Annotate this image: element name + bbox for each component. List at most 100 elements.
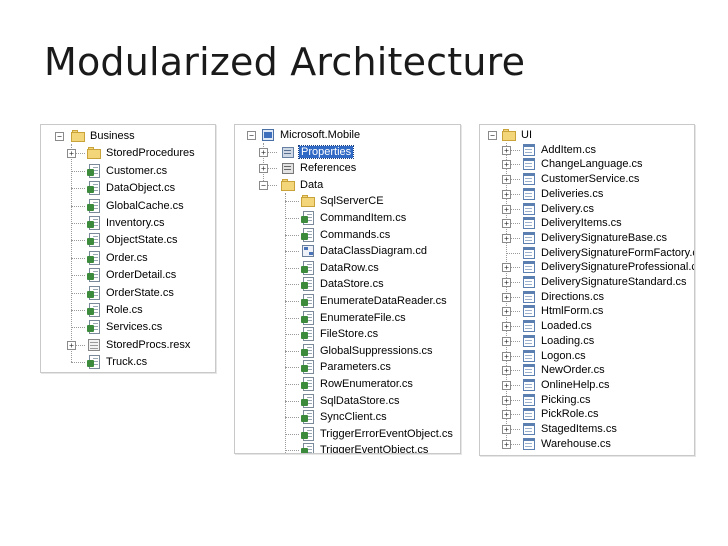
expand-icon[interactable]: + xyxy=(502,189,511,199)
tree-item-neworder-cs[interactable]: NewOrder.cs xyxy=(522,362,606,378)
expand-icon[interactable]: + xyxy=(502,366,511,376)
tree-item-sqldatastore-cs[interactable]: SqlDataStore.cs xyxy=(301,393,400,409)
tree-item-filestore-cs[interactable]: FileStore.cs xyxy=(301,326,379,342)
tree-item-deliverysignatureformfactory-cs[interactable]: DeliverySignatureFormFactory.cs xyxy=(522,245,695,261)
tree-item-globalcache-cs[interactable]: GlobalCache.cs xyxy=(87,198,185,214)
tree-item-datastore-cs[interactable]: DataStore.cs xyxy=(301,276,385,292)
tree-item-ui[interactable]: UI xyxy=(502,127,533,143)
tree-item-truck-cs[interactable]: Truck.cs xyxy=(87,354,148,370)
expand-icon[interactable]: + xyxy=(502,439,511,449)
expand-icon[interactable]: + xyxy=(502,395,511,405)
tree-item-storedprocs-resx[interactable]: StoredProcs.resx xyxy=(87,337,191,353)
tree-item-deliveryitems-cs[interactable]: DeliveryItems.cs xyxy=(522,215,623,231)
tree-item-pickrole-cs[interactable]: PickRole.cs xyxy=(522,406,599,422)
tree-item-loading-cs[interactable]: Loading.cs xyxy=(522,333,595,349)
cs-file-icon xyxy=(301,377,315,391)
tree-item-logon-cs[interactable]: Logon.cs xyxy=(522,348,587,364)
tree-item-triggereventobject-cs[interactable]: TriggerEventObject.cs xyxy=(301,442,429,453)
expand-icon[interactable]: + xyxy=(502,233,511,243)
tree-item-storedprocedures[interactable]: StoredProcedures xyxy=(87,145,196,161)
tree-item-label: DeliverySignatureStandard.cs xyxy=(541,276,687,288)
expand-icon[interactable]: + xyxy=(67,149,76,159)
tree-item-objectstate-cs[interactable]: ObjectState.cs xyxy=(87,232,179,248)
tree-item-sqlserverce[interactable]: SqlServerCE xyxy=(301,193,385,209)
expand-icon[interactable]: + xyxy=(502,351,511,361)
tree-item-label: DeliverySignatureFormFactory.cs xyxy=(541,246,695,259)
expand-icon[interactable]: + xyxy=(502,263,511,273)
expand-icon[interactable]: + xyxy=(502,425,511,434)
tree-item-properties[interactable]: Properties xyxy=(281,144,355,160)
tree-item-triggererroreventobject-cs[interactable]: TriggerErrorEventObject.cs xyxy=(301,426,454,442)
expand-icon[interactable]: + xyxy=(502,322,511,332)
tree-item-orderdetail-cs[interactable]: OrderDetail.cs xyxy=(87,267,177,283)
tree-item-delivery-cs[interactable]: Delivery.cs xyxy=(522,201,595,217)
cs-file-icon xyxy=(301,260,315,275)
tree-item-additem-cs[interactable]: AddItem.cs xyxy=(522,142,597,158)
tree-item-commanditem-cs[interactable]: CommandItem.cs xyxy=(301,210,407,226)
tree-item-dataclassdiagram-cd[interactable]: DataClassDiagram.cd xyxy=(301,243,428,259)
expand-icon[interactable]: + xyxy=(502,219,511,229)
expand-icon[interactable]: + xyxy=(67,340,76,350)
tree-item-microsoft-mobile[interactable]: Microsoft.Mobile xyxy=(261,127,361,143)
expand-icon[interactable]: + xyxy=(502,145,511,155)
tree-item-label: Loading.cs xyxy=(541,334,595,347)
tree-item-label: Services.cs xyxy=(106,321,163,334)
form-file-icon xyxy=(522,422,536,436)
tree-item-label: HtmlForm.cs xyxy=(541,305,604,318)
expand-icon[interactable]: + xyxy=(502,204,511,214)
expand-icon[interactable]: + xyxy=(259,164,268,174)
expand-icon[interactable]: + xyxy=(502,292,511,302)
tree-item-deliverysignaturestandard-cs[interactable]: DeliverySignatureStandard.cs xyxy=(522,274,688,290)
expand-icon[interactable]: + xyxy=(502,307,511,317)
collapse-icon[interactable]: − xyxy=(259,180,268,190)
tree-item-enumeratedatareader-cs[interactable]: EnumerateDataReader.cs xyxy=(301,293,448,309)
properties-icon xyxy=(281,145,295,159)
tree-connector-line xyxy=(71,275,85,277)
tree-item-deliverysignatureprofessional-cs[interactable]: DeliverySignatureProfessional.cs xyxy=(522,259,694,275)
expand-icon[interactable]: + xyxy=(502,175,511,185)
form-file-icon xyxy=(522,363,536,377)
folder-icon xyxy=(301,194,315,208)
expand-icon[interactable]: + xyxy=(502,410,511,420)
cs-file-icon xyxy=(301,294,315,308)
tree-item-dataobject-cs[interactable]: DataObject.cs xyxy=(87,180,176,196)
tree-item-onlinehelp-cs[interactable]: OnlineHelp.cs xyxy=(522,377,610,393)
tree-item-picking-cs[interactable]: Picking.cs xyxy=(522,392,592,408)
tree-item-warehouse-cs[interactable]: Warehouse.cs xyxy=(522,436,612,452)
expand-icon[interactable]: + xyxy=(502,278,511,287)
tree-item-rowenumerator-cs[interactable]: RowEnumerator.cs xyxy=(301,376,414,392)
tree-item-business[interactable]: Business xyxy=(71,128,136,144)
tree-item-customer-cs[interactable]: Customer.cs xyxy=(87,163,168,179)
tree-item-services-cs[interactable]: Services.cs xyxy=(87,319,163,335)
tree-item-directions-cs[interactable]: Directions.cs xyxy=(522,289,605,305)
tree-item-deliveries-cs[interactable]: Deliveries.cs xyxy=(522,186,604,202)
tree-item-inventory-cs[interactable]: Inventory.cs xyxy=(87,215,166,231)
tree-item-commands-cs[interactable]: Commands.cs xyxy=(301,227,391,243)
tree-item-loaded-cs[interactable]: Loaded.cs xyxy=(522,318,593,334)
tree-item-changelanguage-cs[interactable]: ChangeLanguage.cs xyxy=(522,156,644,172)
form-file-icon xyxy=(522,202,536,216)
tree-item-parameters-cs[interactable]: Parameters.cs xyxy=(301,359,392,375)
tree-item-syncclient-cs[interactable]: SyncClient.cs xyxy=(301,409,388,425)
tree-item-references[interactable]: References xyxy=(281,160,357,176)
collapse-icon[interactable]: − xyxy=(247,131,256,140)
tree-item-customerservice-cs[interactable]: CustomerService.cs xyxy=(522,171,640,187)
tree-item-stageditems-cs[interactable]: StagedItems.cs xyxy=(522,421,618,437)
tree-connector-line xyxy=(285,234,299,236)
tree-item-label: AddItem.cs xyxy=(541,143,597,156)
collapse-icon[interactable]: − xyxy=(488,131,497,140)
collapse-icon[interactable]: − xyxy=(55,132,64,141)
tree-item-enumeratefile-cs[interactable]: EnumerateFile.cs xyxy=(301,310,407,326)
tree-item-orderstate-cs[interactable]: OrderState.cs xyxy=(87,285,175,301)
expand-icon[interactable]: + xyxy=(502,160,511,170)
tree-item-globalsuppressions-cs[interactable]: GlobalSuppressions.cs xyxy=(301,343,434,359)
expand-icon[interactable]: + xyxy=(259,147,268,157)
expand-icon[interactable]: + xyxy=(502,380,511,390)
tree-item-datarow-cs[interactable]: DataRow.cs xyxy=(301,260,380,276)
expand-icon[interactable]: + xyxy=(502,336,511,346)
tree-item-order-cs[interactable]: Order.cs xyxy=(87,250,149,266)
tree-item-role-cs[interactable]: Role.cs xyxy=(87,302,144,318)
tree-item-deliverysignaturebase-cs[interactable]: DeliverySignatureBase.cs xyxy=(522,230,668,246)
tree-item-htmlform-cs[interactable]: HtmlForm.cs xyxy=(522,303,604,319)
tree-item-data[interactable]: Data xyxy=(281,177,324,193)
